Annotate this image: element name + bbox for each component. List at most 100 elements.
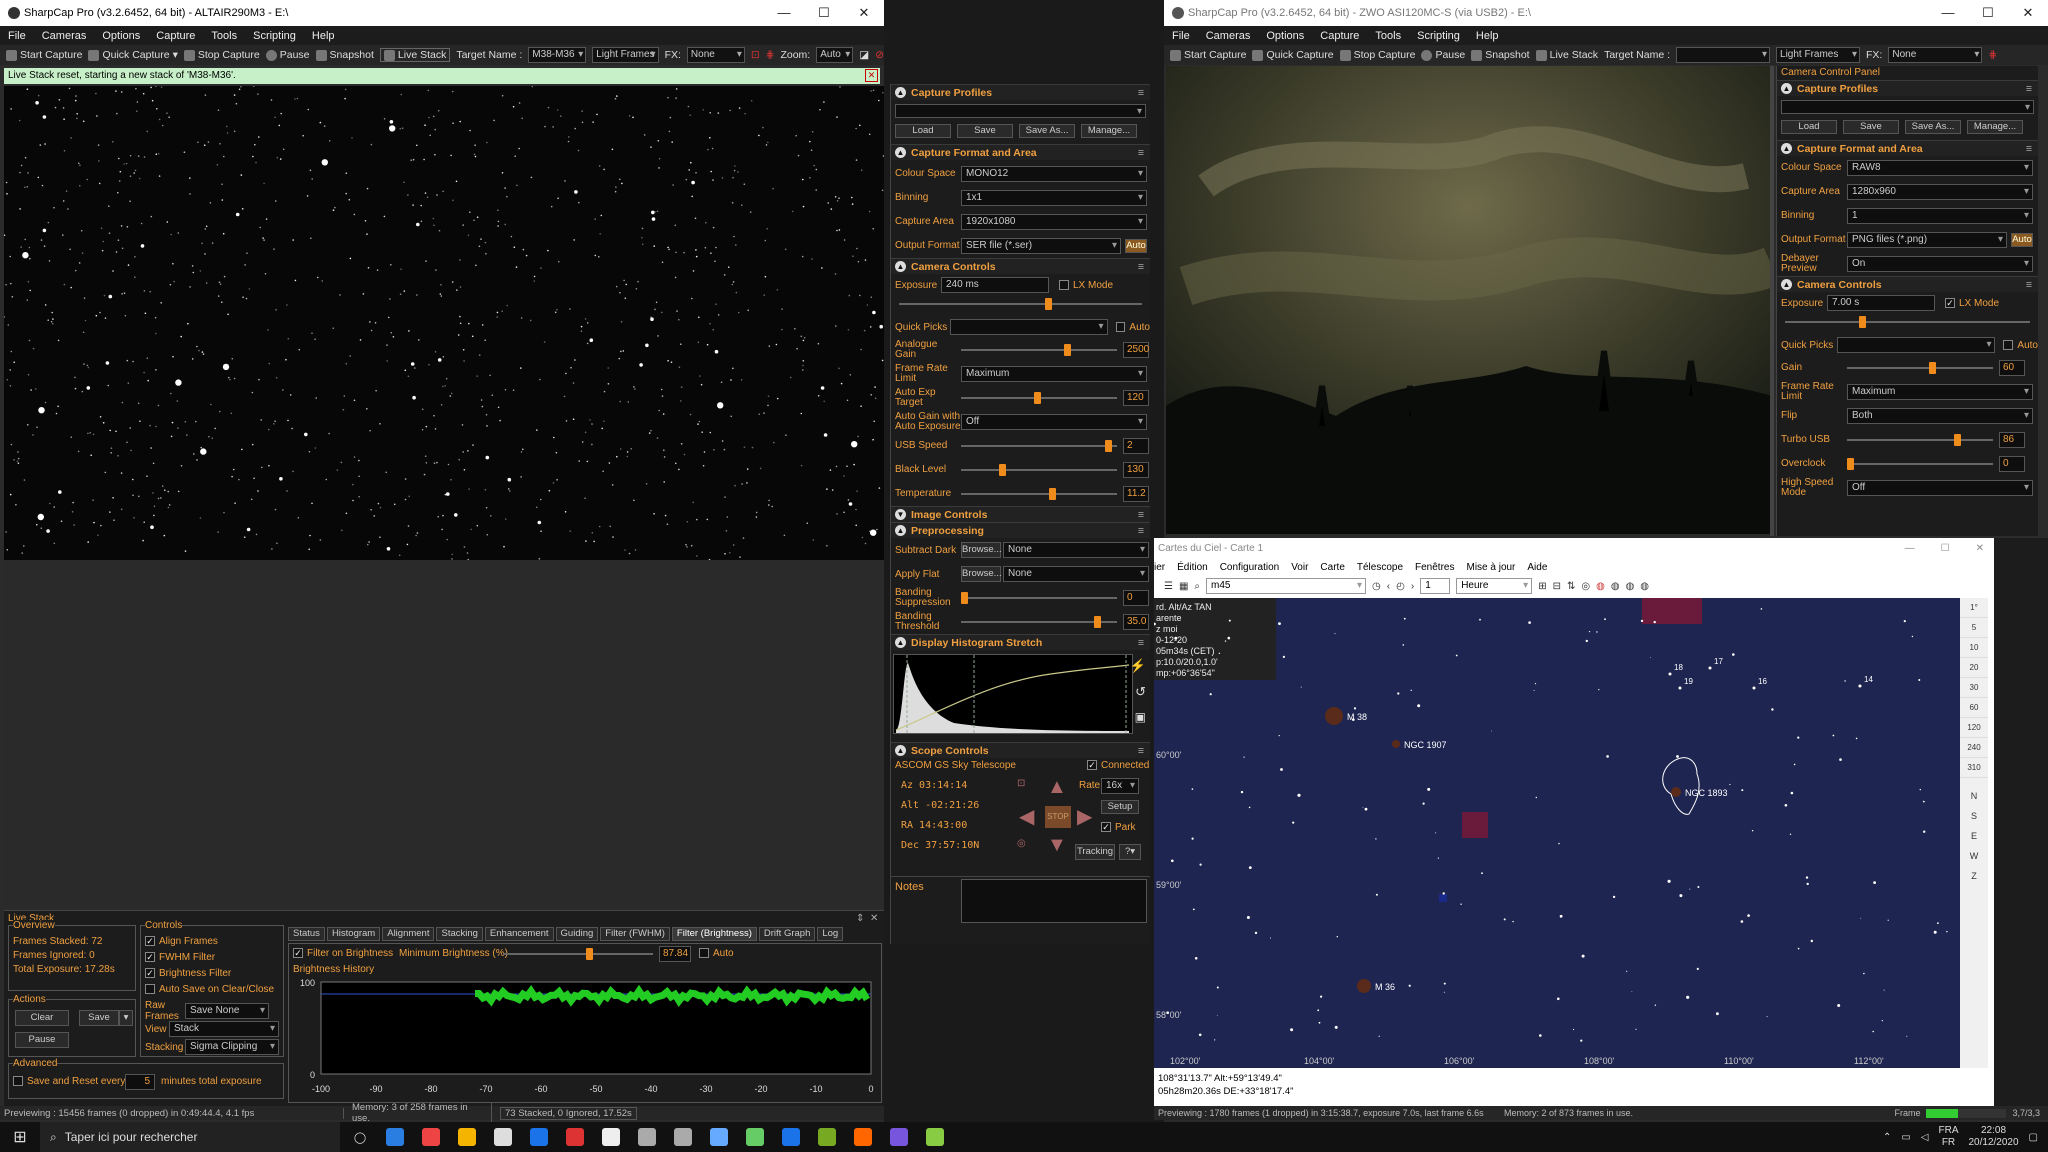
menu-item[interactable]: Scripting xyxy=(1409,30,1468,42)
time-step-input[interactable]: 1 xyxy=(1420,578,1451,594)
compass-button[interactable]: W xyxy=(1960,846,1988,866)
maximize-button[interactable]: ☐ xyxy=(804,5,844,21)
taskbar-app-icon[interactable] xyxy=(926,1128,944,1146)
camera-control-slider[interactable] xyxy=(961,486,1117,502)
crosshair-icon[interactable]: ⊡ xyxy=(751,49,760,61)
fov-scale-button[interactable]: 240 xyxy=(1960,738,1988,758)
lx-mode-checkbox[interactable]: ✓ xyxy=(1945,298,1955,308)
fov-scale-button[interactable]: 120 xyxy=(1960,718,1988,738)
camera-control-slider[interactable] xyxy=(1847,432,1993,448)
output-format-auto-button[interactable]: Auto xyxy=(1125,239,1147,253)
profile-button[interactable]: Manage... xyxy=(1967,120,2023,134)
profile-select[interactable] xyxy=(1781,100,2034,115)
live-stack-button[interactable]: Live Stack xyxy=(379,48,451,62)
slew-north-button[interactable]: ▲ xyxy=(1047,776,1067,799)
live-stack-tab[interactable]: Enhancement xyxy=(484,927,554,941)
profile-button[interactable]: Save xyxy=(1843,120,1899,134)
menu-item[interactable]: Mise à jour xyxy=(1466,562,1515,573)
align-frames-checkbox[interactable]: ✓ xyxy=(145,936,155,947)
camera-control-select[interactable]: Maximum xyxy=(1847,384,2033,400)
compass-button[interactable]: N xyxy=(1960,786,1988,806)
menu-item[interactable]: Capture xyxy=(1312,30,1367,42)
subtract-dark-select[interactable]: None xyxy=(1003,542,1149,558)
live-stack-tab[interactable]: Guiding xyxy=(555,927,599,941)
save-stack-button[interactable]: Save xyxy=(79,1010,119,1026)
list-icon[interactable]: ☰ xyxy=(1164,581,1173,592)
camera-control-slider[interactable] xyxy=(961,438,1117,454)
star-marker[interactable] xyxy=(1668,672,1672,676)
save-reset-minutes-input[interactable]: 5 xyxy=(125,1074,155,1090)
notifications-icon[interactable]: ▢ xyxy=(2029,1132,2038,1143)
star-marker[interactable] xyxy=(1752,686,1756,690)
menu-item[interactable]: File xyxy=(0,30,34,42)
camera-control-slider[interactable] xyxy=(1847,360,1993,376)
taskbar-app-icon[interactable] xyxy=(458,1128,476,1146)
target-name-select[interactable] xyxy=(1676,47,1771,63)
camera-control-value[interactable]: 2500 xyxy=(1123,342,1149,358)
camera-control-select[interactable]: Off xyxy=(961,414,1147,430)
object-marker[interactable] xyxy=(1671,787,1681,797)
connected-checkbox[interactable]: ✓ xyxy=(1087,760,1097,771)
menu-item[interactable]: File xyxy=(1164,30,1198,42)
profile-button[interactable]: Load xyxy=(1781,120,1837,134)
time-unit-select[interactable]: Heure xyxy=(1456,578,1533,594)
notes-textarea[interactable] xyxy=(961,879,1147,923)
live-stack-tab[interactable]: Drift Graph xyxy=(758,927,816,941)
live-stack-tab[interactable]: Filter (FWHM) xyxy=(600,927,670,941)
brightness-filter-checkbox[interactable]: ✓ xyxy=(145,968,155,979)
close-button[interactable]: ✕ xyxy=(1976,543,1984,554)
taskbar-app-icon[interactable] xyxy=(710,1128,728,1146)
telescope-icon[interactable]: ◍ xyxy=(1611,581,1620,592)
menu-item[interactable]: Scripting xyxy=(245,30,304,42)
start-capture-button[interactable]: Start Capture xyxy=(6,49,82,61)
menu-item[interactable]: Tools xyxy=(1367,30,1409,42)
pause-button[interactable]: Pause xyxy=(1421,49,1465,61)
profile-button[interactable]: Save As... xyxy=(1019,124,1075,138)
taskbar-app-icon[interactable] xyxy=(854,1128,872,1146)
live-stack-tab[interactable]: Stacking xyxy=(436,927,483,941)
fx-select[interactable]: None xyxy=(686,47,745,63)
menu-item[interactable]: Voir xyxy=(1291,562,1308,573)
profile-button[interactable]: Save As... xyxy=(1905,120,1961,134)
grid-icon[interactable]: ⋕ xyxy=(1988,49,1997,61)
view-select[interactable]: Stack xyxy=(169,1021,279,1037)
slew-east-button[interactable]: ▶ xyxy=(1077,804,1092,829)
camera-controls-header[interactable]: ▲ Camera Controls ≡ xyxy=(891,258,1150,274)
rate-select[interactable]: 16x xyxy=(1101,778,1139,794)
capture-profiles-header[interactable]: ▲ Capture Profiles ≡ xyxy=(1777,80,2038,96)
menu-item[interactable]: Cameras xyxy=(1198,30,1259,42)
menu-item[interactable]: Help xyxy=(304,30,343,42)
image-controls-header[interactable]: ▼ Image Controls ≡ xyxy=(891,506,1150,522)
lx-mode-checkbox[interactable] xyxy=(1059,280,1069,290)
scope-setup-button[interactable]: Setup xyxy=(1101,800,1139,814)
tray-chevron-icon[interactable]: ⌃ xyxy=(1883,1132,1891,1143)
task-view-icon[interactable]: ◯ xyxy=(340,1131,380,1144)
apply-flat-browse-button[interactable]: Browse... xyxy=(961,566,1002,582)
network-icon[interactable]: ▭ xyxy=(1901,1132,1910,1143)
object-marker[interactable] xyxy=(1325,707,1343,725)
menu-item[interactable]: Édition xyxy=(1177,562,1208,573)
taskbar-app-icon[interactable] xyxy=(566,1128,584,1146)
filter-on-brightness-checkbox[interactable]: ✓ xyxy=(293,948,303,959)
fov-scale-button[interactable]: 30 xyxy=(1960,678,1988,698)
quick-capture-button[interactable]: Quick Capture ▾ xyxy=(88,49,178,61)
taskbar-app-icon[interactable] xyxy=(422,1128,440,1146)
taskbar-app-icon[interactable] xyxy=(746,1128,764,1146)
taskbar-app-icon[interactable] xyxy=(638,1128,656,1146)
taskbar-app-icon[interactable] xyxy=(530,1128,548,1146)
maximize-button[interactable]: ☐ xyxy=(1941,543,1950,554)
capture-format-header[interactable]: ▲ Capture Format and Area ≡ xyxy=(891,144,1150,160)
min-brightness-auto-checkbox[interactable] xyxy=(699,948,709,959)
output-format-auto-button[interactable]: Auto xyxy=(2011,233,2033,247)
banding-suppression-slider[interactable] xyxy=(961,590,1117,606)
format-select[interactable]: On xyxy=(1847,256,2033,272)
taskbar-app-icon[interactable] xyxy=(674,1128,692,1146)
taskbar-app-icon[interactable] xyxy=(890,1128,908,1146)
slew-stop-button[interactable]: STOP xyxy=(1045,806,1071,828)
camera-control-select[interactable]: Both xyxy=(1847,408,2033,424)
banding-threshold-slider[interactable] xyxy=(961,614,1117,630)
quick-picks-select[interactable] xyxy=(1836,337,1996,353)
camera-control-value[interactable]: 0 xyxy=(1999,456,2025,472)
format-select[interactable]: 1x1 xyxy=(961,190,1147,206)
live-stack-tab[interactable]: Filter (Brightness) xyxy=(671,927,757,941)
